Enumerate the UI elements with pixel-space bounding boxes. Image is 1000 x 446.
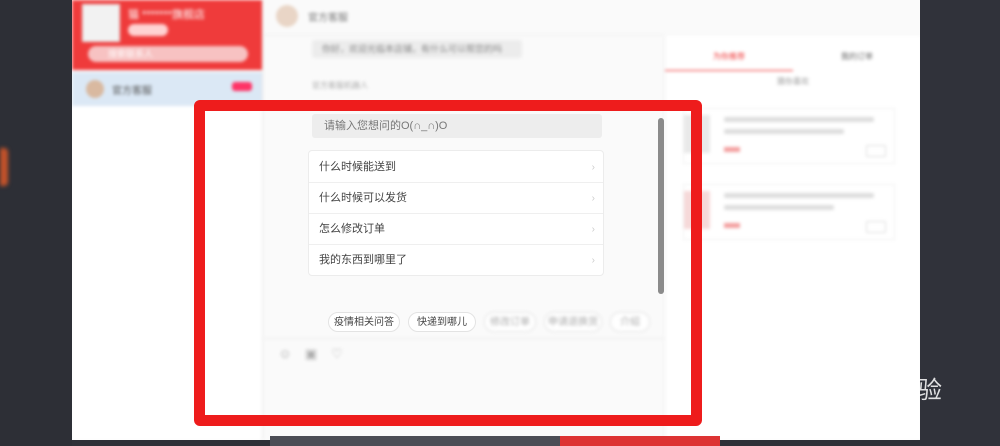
store-avatar: [82, 4, 120, 42]
chat-title: 官方客服: [308, 13, 348, 24]
tab-orders[interactable]: 我的订单: [793, 44, 920, 70]
tab-recommend[interactable]: 为你推荐: [665, 44, 793, 71]
faq-item-label: 什么时候能送到: [319, 161, 396, 173]
contact-name: 官方客服: [112, 86, 152, 97]
contact-item-active[interactable]: 官方客服: [72, 72, 262, 106]
chat-avatar: [276, 5, 298, 27]
product-send-button[interactable]: [866, 145, 886, 157]
faq-item[interactable]: 怎么修改订单 ›: [309, 214, 603, 245]
faq-item-label: 怎么修改订单: [319, 223, 385, 235]
product-title-line: [724, 193, 874, 198]
contact-badge: [232, 82, 252, 91]
baidu-watermark: ❦ Bai du 经验 jingyan.baidu.com: [760, 340, 960, 426]
product-title-line: [724, 129, 844, 134]
chat-scrollbar[interactable]: [658, 118, 664, 294]
product-price: [724, 147, 740, 152]
heart-icon[interactable]: ♡: [330, 347, 344, 361]
faq-card: 什么时候能送到 › 什么时候可以发货 › 怎么修改订单 › 我的东西到哪里了 ›: [308, 150, 604, 276]
image-icon[interactable]: ▣: [304, 347, 318, 361]
product-image: [684, 115, 710, 153]
chevron-right-icon: ›: [591, 162, 595, 173]
chevron-right-icon: ›: [591, 255, 595, 266]
quick-reply-chip[interactable]: 介绍: [610, 312, 650, 332]
store-tag: [128, 24, 168, 36]
chevron-right-icon: ›: [591, 193, 595, 204]
message-sender: 官方客服机器人: [312, 81, 368, 90]
bottom-strip: [270, 436, 720, 446]
panel-subtitle: 猜你喜欢: [777, 77, 809, 86]
chevron-right-icon: ›: [591, 224, 595, 235]
product-price: [724, 223, 740, 228]
bottom-strip-accent: [560, 436, 720, 446]
contact-search-input[interactable]: 搜索联系人: [88, 46, 248, 62]
contact-sidebar: 猫 *******旗舰店 搜索联系人 官方客服: [72, 0, 263, 440]
contact-avatar: [86, 80, 104, 98]
watermark-url: jingyan.baidu.com: [764, 404, 919, 423]
product-title-line: [724, 117, 874, 122]
watermark-brand: Bai du: [760, 366, 858, 399]
background-left: [0, 0, 72, 446]
quick-reply-chip[interactable]: 疫情相关问答: [328, 312, 400, 332]
message-bubble: 你好，欢迎光临本店铺，有什么可以帮您的吗: [312, 40, 522, 58]
faq-item[interactable]: 我的东西到哪里了 ›: [309, 245, 603, 276]
scrollbar-thumb[interactable]: [658, 118, 664, 294]
store-name: 猫 *******旗舰店: [128, 9, 206, 21]
faq-item[interactable]: 什么时候能送到 ›: [309, 152, 603, 183]
faq-item-label: 什么时候可以发货: [319, 192, 407, 204]
product-image: [684, 191, 710, 229]
quick-reply-chip[interactable]: 申请退换货: [544, 312, 602, 332]
ask-prompt-bubble: 请输入您想问的O(∩_∩)O: [312, 114, 602, 138]
product-send-button[interactable]: [866, 221, 886, 233]
side-accent: [0, 148, 8, 186]
sidebar-header: 猫 *******旗舰店 搜索联系人: [72, 0, 262, 70]
product-card[interactable]: [683, 184, 895, 240]
product-title-line: [724, 205, 834, 210]
input-toolbar: ☺ ▣ ♡: [264, 338, 664, 361]
faq-item-label: 我的东西到哪里了: [319, 254, 407, 266]
watermark-brand-cn: 经验: [894, 377, 942, 404]
product-card[interactable]: [683, 108, 895, 164]
quick-reply-chip[interactable]: 修改订单: [484, 312, 536, 332]
faq-item[interactable]: 什么时候可以发货 ›: [309, 183, 603, 214]
quick-reply-chip[interactable]: 快递到哪儿: [408, 312, 476, 332]
emoji-icon[interactable]: ☺: [278, 347, 292, 361]
chat-header: 官方客服: [264, 0, 664, 35]
